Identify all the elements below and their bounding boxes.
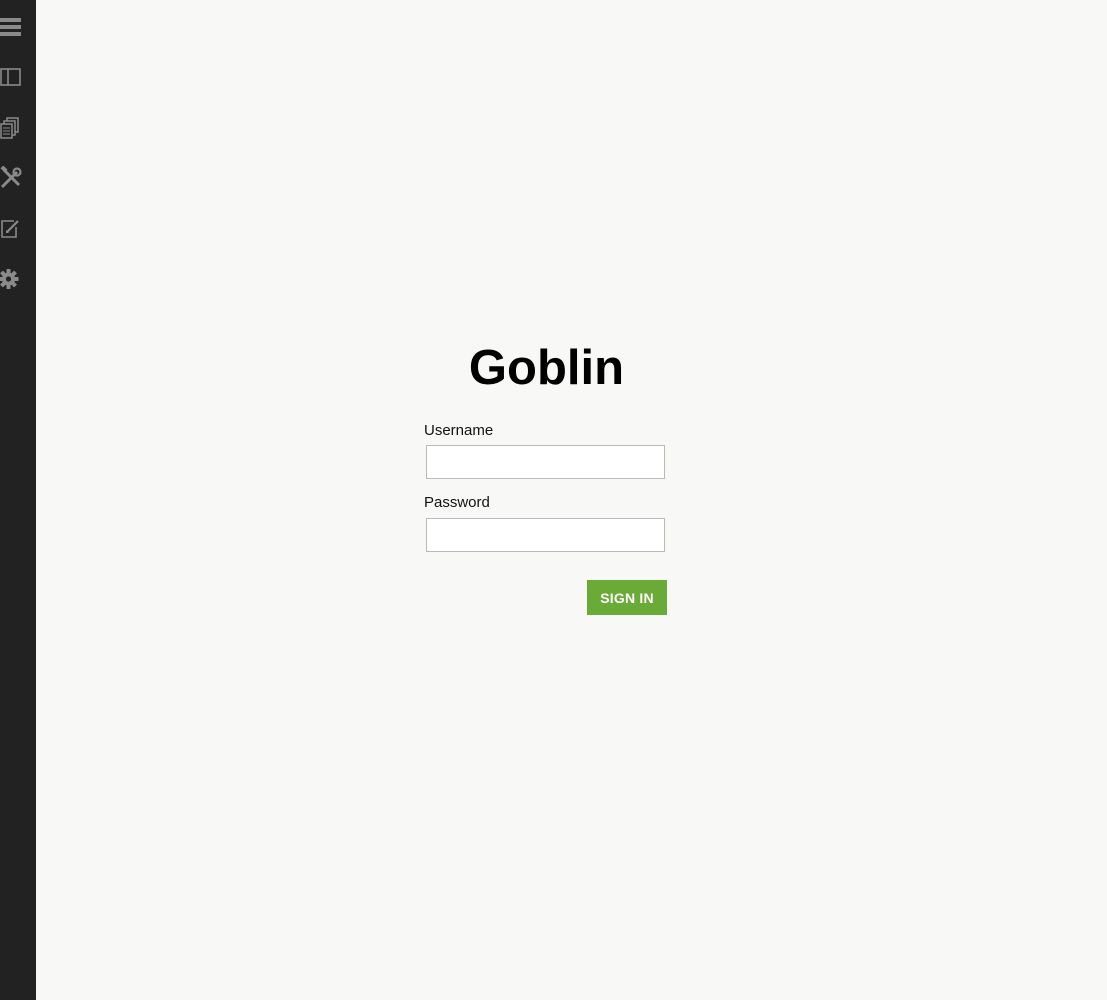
username-input[interactable] bbox=[426, 445, 665, 479]
login-form: Goblin Username Password SIGN IN bbox=[424, 340, 667, 615]
edit-icon[interactable] bbox=[0, 216, 24, 240]
username-label: Username bbox=[424, 422, 494, 439]
sidebar bbox=[0, 0, 36, 1000]
gear-icon[interactable] bbox=[0, 267, 24, 291]
tools-icon[interactable] bbox=[0, 166, 24, 190]
menu-icon[interactable] bbox=[0, 15, 24, 39]
app-title: Goblin bbox=[468, 341, 625, 395]
main-content: Goblin Username Password SIGN IN bbox=[36, 0, 1107, 1000]
panel-icon[interactable] bbox=[0, 65, 24, 89]
pages-icon[interactable] bbox=[0, 116, 24, 140]
password-label: Password bbox=[424, 494, 490, 511]
password-input[interactable] bbox=[426, 518, 665, 552]
sign-in-button[interactable]: SIGN IN bbox=[587, 580, 667, 615]
